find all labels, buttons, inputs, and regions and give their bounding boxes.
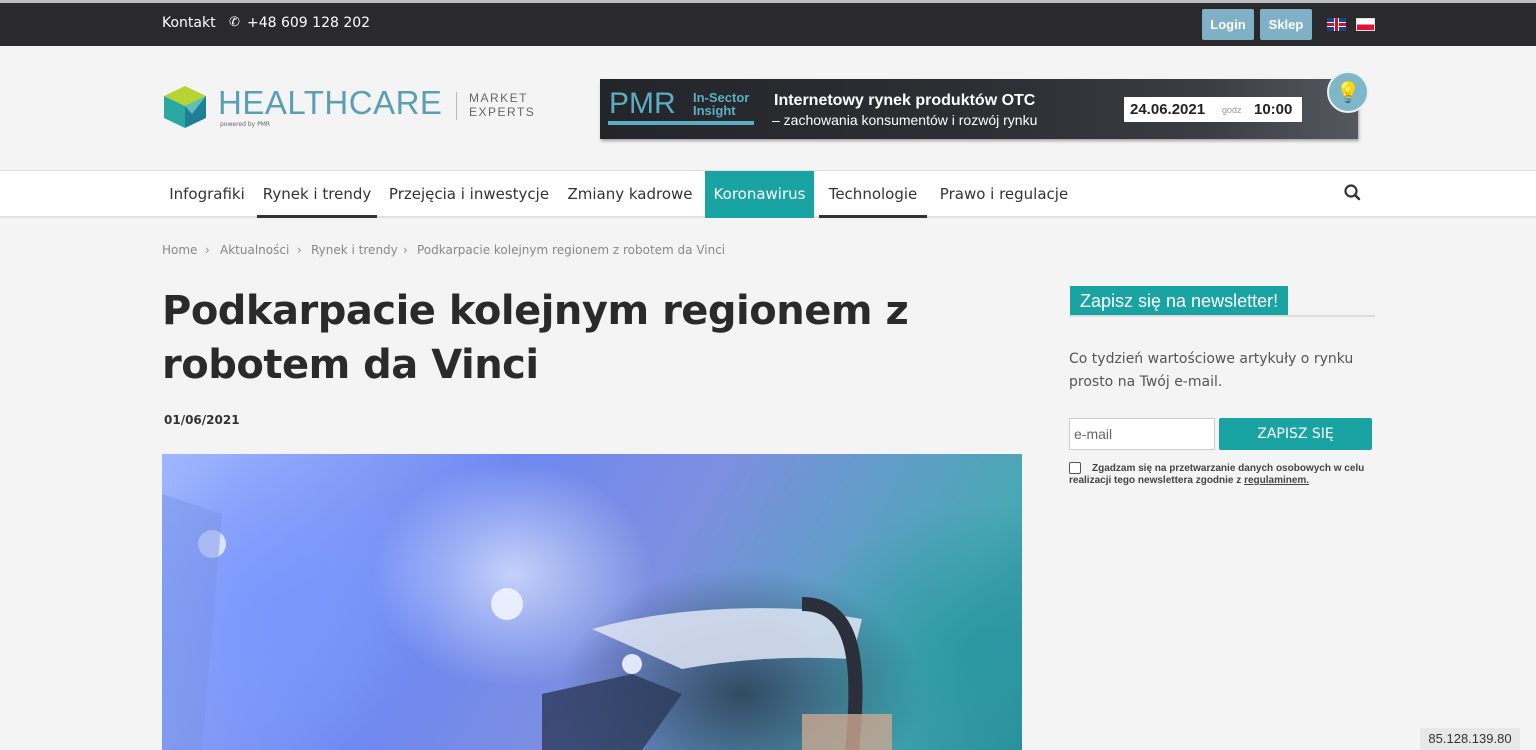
nav-item-koronawirus[interactable]: Koronawirus bbox=[705, 171, 814, 218]
breadcrumb-rynek[interactable]: Rynek i trendy bbox=[311, 243, 398, 257]
banner-pmr-underline bbox=[608, 121, 754, 125]
article-image bbox=[162, 454, 1022, 750]
breadcrumb-separator: › bbox=[205, 243, 210, 257]
logo-divider bbox=[456, 92, 457, 120]
login-button[interactable]: Login bbox=[1202, 9, 1254, 40]
newsletter-description: Co tydzień wartościowe artykuły o rynku … bbox=[1069, 351, 1354, 390]
pl-flag-icon[interactable] bbox=[1356, 18, 1375, 31]
banner-hour: 10:00 bbox=[1254, 101, 1293, 118]
consent-label: Zgadzam się na przetwarzanie danych osob… bbox=[1069, 463, 1365, 486]
top-bar: Kontakt ✆ +48 609 128 202 Login Sklep bbox=[0, 0, 1536, 46]
nav-item-rynek-i-trendy[interactable]: Rynek i trendy bbox=[257, 171, 377, 218]
banner-pmr-logo: PMR bbox=[609, 87, 676, 120]
site-header: HEALTHCARE powered by PMR MARKET EXPERTS… bbox=[0, 46, 1536, 170]
webinar-banner[interactable]: PMR In-Sector Insight Internetowy rynek … bbox=[600, 79, 1358, 139]
banner-title: Internetowy rynek produktów OTC bbox=[774, 92, 1036, 109]
uk-flag-icon[interactable] bbox=[1327, 18, 1346, 31]
article-title: Podkarpacie kolejnym regionem z robotem … bbox=[162, 288, 909, 388]
logo-text[interactable]: HEALTHCARE bbox=[218, 84, 442, 122]
phone-icon: ✆ bbox=[229, 15, 240, 30]
breadcrumb-home[interactable]: Home bbox=[162, 243, 197, 257]
banner-insight-line2: Insight bbox=[693, 103, 736, 118]
consent-text: Zgadzam się na przetwarzanie danych osob… bbox=[1069, 463, 1374, 487]
nav-item-prawo[interactable]: Prawo i regulacje bbox=[933, 171, 1075, 218]
contact-link[interactable]: Kontakt bbox=[162, 15, 216, 31]
breadcrumb-separator: › bbox=[297, 243, 302, 257]
nav-item-infografiki[interactable]: Infografiki bbox=[162, 171, 252, 218]
logo-cube-icon[interactable] bbox=[162, 84, 208, 130]
newsletter-heading: Zapisz się na newsletter! bbox=[1070, 286, 1289, 317]
banner-datebox: 24.06.2021 godz 10:00 bbox=[1124, 97, 1302, 122]
article-date: 01/06/2021 bbox=[164, 413, 240, 427]
nav-item-zmiany-kadrowe[interactable]: Zmiany kadrowe bbox=[560, 171, 700, 218]
breadcrumb-aktualnosci[interactable]: Aktualności bbox=[220, 243, 289, 257]
subscribe-button[interactable]: ZAPISZ SIĘ bbox=[1219, 418, 1372, 450]
search-icon[interactable] bbox=[1343, 183, 1363, 203]
logo-experts: EXPERTS bbox=[469, 105, 536, 119]
lightbulb-icon: 💡 bbox=[1327, 71, 1369, 113]
ip-badge: 85.128.139.80 bbox=[1420, 728, 1520, 750]
shop-button[interactable]: Sklep bbox=[1260, 9, 1312, 40]
logo-market-experts: MARKET EXPERTS bbox=[469, 91, 535, 119]
banner-godz: godz bbox=[1222, 105, 1242, 115]
banner-insight-label: In-Sector Insight bbox=[693, 91, 749, 117]
newsletter-divider bbox=[1070, 315, 1375, 317]
phone-number[interactable]: +48 609 128 202 bbox=[247, 15, 370, 31]
terms-link[interactable]: regulaminem. bbox=[1244, 475, 1309, 486]
main-nav: Infografiki Rynek i trendy Przejęcia i i… bbox=[0, 170, 1536, 218]
nav-item-technologie[interactable]: Technologie bbox=[819, 171, 927, 218]
logo-market: MARKET bbox=[469, 91, 529, 105]
nav-item-przejecia[interactable]: Przejęcia i inwestycje bbox=[384, 171, 554, 218]
banner-date: 24.06.2021 bbox=[1130, 101, 1206, 118]
banner-subtitle: – zachowania konsumentów i rozwój rynku bbox=[772, 112, 1038, 128]
logo-powered-by: powered by PMR bbox=[220, 121, 271, 128]
robot-surgery-illustration bbox=[162, 494, 892, 750]
email-input[interactable] bbox=[1069, 418, 1215, 450]
breadcrumb-separator: › bbox=[403, 243, 408, 257]
breadcrumb-current: Podkarpacie kolejnym regionem z robotem … bbox=[417, 243, 726, 257]
